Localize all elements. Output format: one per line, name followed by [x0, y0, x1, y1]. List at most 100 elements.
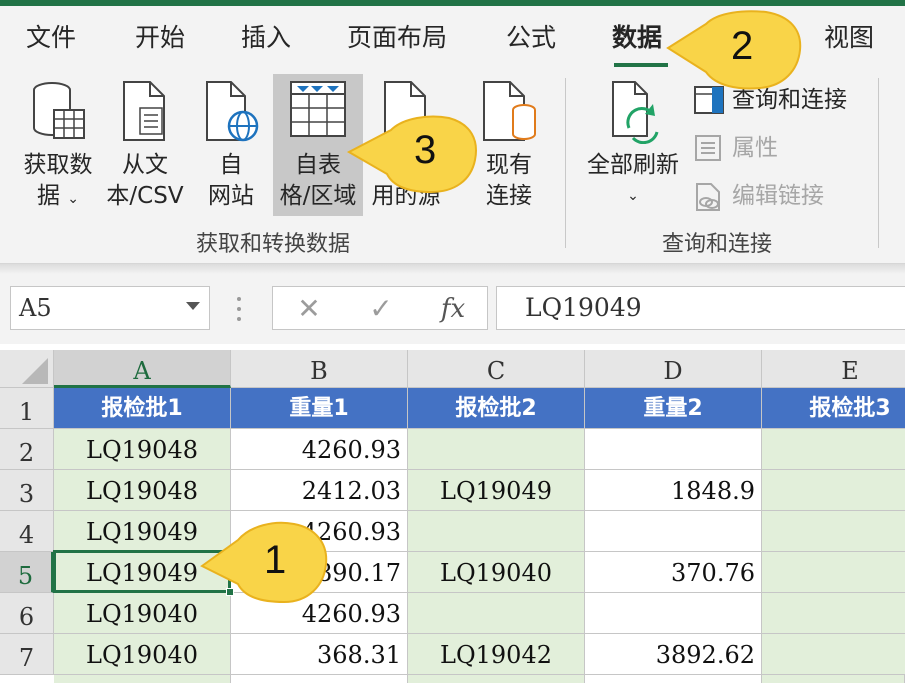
table-cell[interactable]	[408, 675, 585, 683]
text-file-icon	[123, 81, 165, 141]
refresh-all-label: 全部刷新	[587, 152, 679, 178]
name-box[interactable]: A5	[10, 286, 210, 330]
table-cell[interactable]	[231, 675, 408, 683]
table-header-cell[interactable]: 报检批2	[408, 388, 585, 429]
from-web-label-1: 自	[219, 152, 243, 178]
table-cell[interactable]: LQ19048	[54, 429, 231, 470]
tab-insert[interactable]: 插入	[241, 18, 291, 54]
chevron-down-icon: ⌄	[627, 188, 639, 204]
table-cell[interactable]	[54, 675, 231, 683]
get-data-label-1: 获取数	[23, 152, 93, 178]
table-cell[interactable]: LQ19040	[408, 552, 585, 593]
enter-icon[interactable]: ✓	[361, 292, 401, 326]
from-web-label-2: 网站	[208, 183, 254, 209]
table-cell[interactable]	[585, 593, 762, 634]
table-cell[interactable]	[762, 429, 905, 470]
formula-buttons: ✕ ✓ fx	[272, 286, 488, 330]
drag-handle-icon[interactable]	[236, 294, 242, 324]
row-header[interactable]: 5	[0, 552, 54, 593]
tab-data[interactable]: 数据	[612, 18, 662, 54]
database-icon	[33, 82, 85, 139]
callout-2-number: 2	[731, 24, 754, 68]
existing-connections-button[interactable]: 现有 连接	[472, 74, 546, 216]
table-cell[interactable]	[762, 675, 905, 683]
active-tab-underline	[614, 63, 668, 67]
table-header-cell[interactable]: 报检批3	[762, 388, 905, 429]
table-cell[interactable]: 1848.9	[585, 470, 762, 511]
table-header-cell[interactable]: 重量2	[585, 388, 762, 429]
group-separator	[878, 78, 879, 248]
chevron-down-icon: ⌄	[67, 191, 80, 207]
tab-file[interactable]: 文件	[26, 18, 76, 54]
get-data-label-2: 据	[36, 183, 60, 209]
tab-page-layout[interactable]: 页面布局	[347, 18, 447, 54]
row-header[interactable]: 4	[0, 511, 54, 552]
row-header[interactable]: 1	[0, 388, 54, 429]
row-header[interactable]: 2	[0, 429, 54, 470]
table-cell[interactable]: 4260.93	[231, 429, 408, 470]
table-cell[interactable]: 368.31	[231, 634, 408, 675]
from-text-csv-button[interactable]: 从文 本/CSV	[102, 74, 188, 216]
table-icon	[290, 81, 346, 137]
table-header-cell[interactable]: 重量1	[231, 388, 408, 429]
select-all-corner[interactable]	[0, 350, 54, 388]
table-cell[interactable]	[408, 429, 585, 470]
formula-bar: A5 ✕ ✓ fx LQ19049	[0, 274, 905, 344]
connection-file-icon	[483, 81, 536, 141]
table-header-cell[interactable]: 报检批1	[54, 388, 231, 429]
table-cell[interactable]	[762, 634, 905, 675]
edit-links-label: 编辑链接	[732, 183, 824, 209]
formula-input[interactable]: LQ19049	[496, 286, 905, 330]
from-text-label-2: 本/CSV	[106, 183, 184, 209]
existing-connections-label-2: 连接	[486, 183, 532, 209]
table-cell[interactable]	[585, 511, 762, 552]
properties-label: 属性	[732, 135, 778, 161]
select-all-triangle-icon	[22, 358, 48, 384]
column-header-e[interactable]: E	[762, 350, 905, 388]
table-cell[interactable]	[585, 429, 762, 470]
table-cell[interactable]	[762, 593, 905, 634]
existing-connections-label-1: 现有	[486, 152, 532, 178]
tab-view[interactable]: 视图	[824, 18, 874, 54]
row-header[interactable]: 3	[0, 470, 54, 511]
column-header-a[interactable]: A	[54, 350, 231, 388]
tab-formulas[interactable]: 公式	[506, 18, 556, 54]
table-cell[interactable]: 370.76	[585, 552, 762, 593]
refresh-all-button[interactable]: 全部刷新 ⌄	[578, 74, 688, 216]
table-cell[interactable]: 2412.03	[231, 470, 408, 511]
group-label-get-transform: 获取和转换数据	[196, 232, 351, 257]
row-header[interactable]: 6	[0, 593, 54, 634]
table-cell[interactable]	[762, 552, 905, 593]
row-header[interactable]: 7	[0, 634, 54, 675]
table-cell[interactable]	[762, 470, 905, 511]
table-cell[interactable]: LQ19049	[408, 470, 585, 511]
table-cell[interactable]: LQ19042	[408, 634, 585, 675]
callout-1-number: 1	[264, 538, 287, 582]
from-text-label-1: 从文	[122, 152, 168, 178]
table-cell[interactable]: 3892.62	[585, 634, 762, 675]
column-header-b[interactable]: B	[231, 350, 408, 388]
get-data-button[interactable]: 获取数 据 ⌄	[16, 74, 100, 216]
name-box-dropdown-icon[interactable]	[186, 302, 200, 310]
column-header-d[interactable]: D	[585, 350, 762, 388]
ribbon-shadow	[0, 264, 905, 274]
insert-function-icon[interactable]: fx	[433, 292, 473, 326]
column-header-c[interactable]: C	[408, 350, 585, 388]
web-page-icon	[206, 81, 259, 142]
edit-links-icon	[696, 183, 720, 211]
group-label-queries-connections: 查询和连接	[662, 232, 773, 257]
table-cell[interactable]	[408, 593, 585, 634]
table-cell[interactable]	[408, 511, 585, 552]
table-cell[interactable]	[762, 511, 905, 552]
callout-3-bubble	[346, 115, 477, 194]
table-cell[interactable]: LQ19040	[54, 634, 231, 675]
callout-3-number: 3	[414, 128, 437, 172]
table-cell[interactable]	[585, 675, 762, 683]
group-separator	[565, 78, 566, 248]
cancel-icon[interactable]: ✕	[289, 292, 329, 326]
refresh-icon	[612, 81, 659, 144]
table-cell[interactable]: LQ19048	[54, 470, 231, 511]
from-web-button[interactable]: 自 网站	[196, 74, 266, 216]
tab-home[interactable]: 开始	[135, 18, 185, 54]
properties-icon	[695, 135, 721, 161]
